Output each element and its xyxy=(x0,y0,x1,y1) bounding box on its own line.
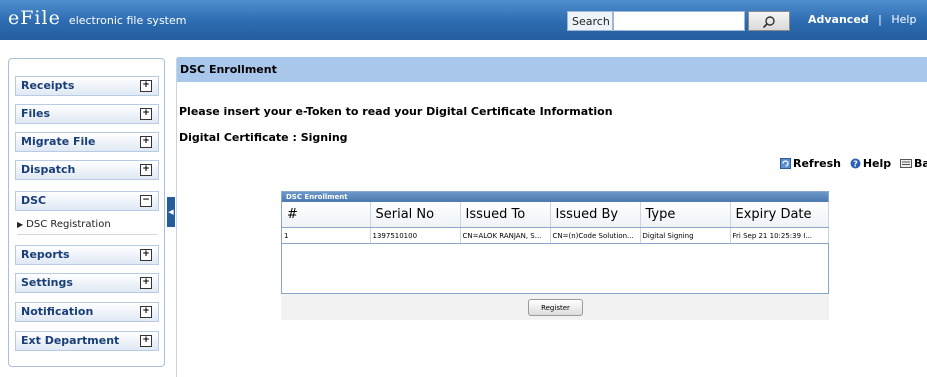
column-header[interactable]: Expiry Date xyxy=(730,202,829,228)
certificate-label: Digital Certificate : Signing xyxy=(179,131,348,144)
plus-icon[interactable]: + xyxy=(140,80,152,92)
sidebar-item-label: Receipts xyxy=(21,79,75,92)
refresh-button[interactable]: Refresh xyxy=(780,157,845,170)
back-icon xyxy=(899,159,912,168)
sidebar-item-dsc[interactable]: DSC − xyxy=(15,191,159,211)
sidebar-item-migrate-file[interactable]: Migrate File + xyxy=(15,132,159,152)
register-button[interactable]: Register xyxy=(528,299,583,316)
plus-icon[interactable]: + xyxy=(140,164,152,176)
sidebar-item-ext-department[interactable]: Ext Department + xyxy=(15,331,159,351)
app-logo: eFile electronic file system xyxy=(8,7,186,29)
sidebar-item-label: Settings xyxy=(21,276,73,289)
plus-icon[interactable]: + xyxy=(140,306,152,318)
logo-sub-text: electronic file system xyxy=(68,14,187,27)
help-button[interactable]: ? Help xyxy=(850,157,895,170)
svg-text:?: ? xyxy=(853,160,858,169)
sidebar-item-label: Ext Department xyxy=(21,334,120,347)
search-label: Search xyxy=(567,11,613,31)
panel-title: DSC Enrollment xyxy=(282,192,828,202)
sidebar-subitem-label: DSC Registration xyxy=(26,219,111,230)
plus-icon[interactable]: + xyxy=(140,335,152,347)
link-separator: | xyxy=(878,13,882,26)
table-row[interactable]: 1 1397510100 CN=ALOK RANJAN, S... CN=(n)… xyxy=(282,227,829,244)
search-button[interactable] xyxy=(748,11,790,31)
sidebar-item-label: Migrate File xyxy=(21,135,96,148)
column-header[interactable]: Issued To xyxy=(460,202,551,228)
refresh-icon xyxy=(780,158,791,169)
logo-main-text: eFile xyxy=(8,7,61,29)
triangle-right-icon: ▶ xyxy=(17,220,24,229)
top-bar: eFile electronic file system Search Adva… xyxy=(0,0,927,40)
help-label: Help xyxy=(862,157,892,170)
column-header[interactable]: # xyxy=(282,202,371,228)
table-cell: 1397510100 xyxy=(370,227,461,244)
sidebar-item-label: Notification xyxy=(21,305,94,318)
panel-footer: Register xyxy=(281,294,829,320)
sidebar-item-files[interactable]: Files + xyxy=(15,104,159,124)
search-icon xyxy=(762,16,775,29)
top-links: Advanced | Help xyxy=(808,13,916,26)
column-header[interactable]: Serial No xyxy=(370,202,461,228)
sidebar-item-notification[interactable]: Notification + xyxy=(15,302,159,322)
refresh-label: Refresh xyxy=(793,157,841,170)
divider xyxy=(176,58,177,377)
sidebar-item-label: Dispatch xyxy=(21,163,76,176)
instruction-message: Please insert your e-Token to read your … xyxy=(179,105,613,118)
plus-icon[interactable]: + xyxy=(140,136,152,148)
table-cell: CN=ALOK RANJAN, S... xyxy=(460,227,551,244)
sidebar-collapse-toggle[interactable]: ◀ xyxy=(167,197,175,227)
help-link[interactable]: Help xyxy=(891,13,916,26)
column-header[interactable]: Issued By xyxy=(550,202,641,228)
sidebar-item-reports[interactable]: Reports + xyxy=(15,245,159,265)
plus-icon[interactable]: + xyxy=(140,108,152,120)
dsc-enrollment-panel: DSC Enrollment # Serial No Issued To Iss… xyxy=(281,191,829,294)
page-title: DSC Enrollment xyxy=(177,57,927,82)
table-cell: Fri Sep 21 10:25:39 I... xyxy=(730,227,829,244)
certificate-table: # Serial No Issued To Issued By Type Exp… xyxy=(282,202,829,244)
minus-icon[interactable]: − xyxy=(140,195,152,207)
sidebar-item-label: Files xyxy=(21,107,51,120)
search-input[interactable] xyxy=(613,11,745,31)
sidebar: Receipts + Files + Migrate File + Dispat… xyxy=(8,58,165,367)
column-header[interactable]: Type xyxy=(640,202,731,228)
sidebar-subitem-dsc-registration[interactable]: ▶ DSC Registration xyxy=(17,216,157,235)
plus-icon[interactable]: + xyxy=(140,277,152,289)
back-button[interactable]: Back xyxy=(899,157,927,170)
back-label: Back xyxy=(913,157,927,170)
sidebar-item-label: DSC xyxy=(21,194,47,207)
sidebar-item-settings[interactable]: Settings + xyxy=(15,273,159,293)
toolbar: Refresh ? Help Back xyxy=(780,157,927,170)
help-icon: ? xyxy=(850,158,861,169)
table-cell: 1 xyxy=(282,227,371,244)
sidebar-item-receipts[interactable]: Receipts + xyxy=(15,76,159,96)
plus-icon[interactable]: + xyxy=(140,249,152,261)
advanced-link[interactable]: Advanced xyxy=(808,13,869,26)
sidebar-item-label: Reports xyxy=(21,248,70,261)
table-cell: CN=(n)Code Solution... xyxy=(550,227,641,244)
table-cell: Digital Signing xyxy=(640,227,731,244)
table-header-row: # Serial No Issued To Issued By Type Exp… xyxy=(282,202,829,228)
collapse-arrow-icon: ◀ xyxy=(168,208,174,216)
sidebar-item-dispatch[interactable]: Dispatch + xyxy=(15,160,159,180)
